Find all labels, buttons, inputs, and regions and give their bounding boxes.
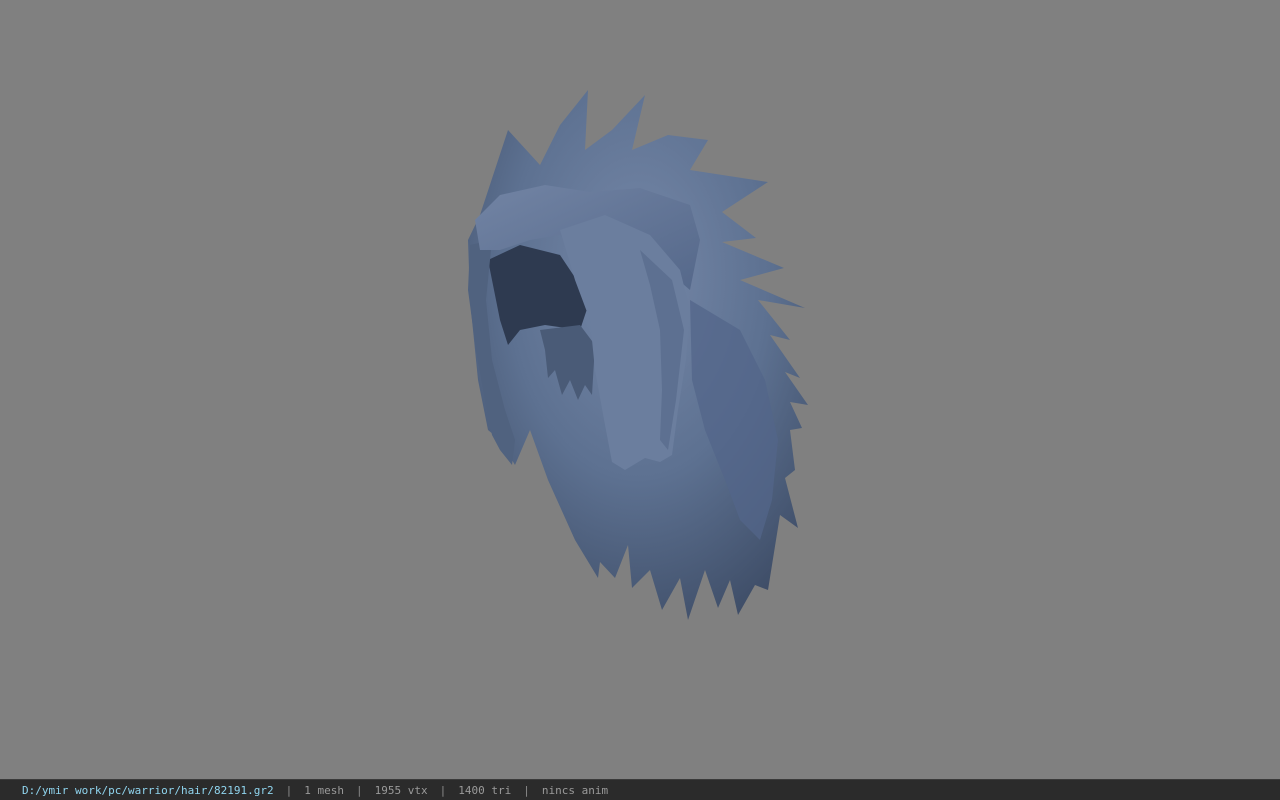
mesh-count: 1 mesh bbox=[304, 783, 345, 797]
status-bar: D:/ymir work/pc/warrior/hair/82191.gr2 |… bbox=[0, 779, 1280, 800]
triangle-count: 1400 tri bbox=[458, 783, 512, 797]
separator: | bbox=[356, 783, 363, 797]
3d-viewport[interactable] bbox=[0, 0, 1280, 779]
file-path: D:/ymir work/pc/warrior/hair/82191.gr2 bbox=[22, 783, 274, 797]
separator: | bbox=[285, 783, 293, 797]
vertex-count: 1955 vtx bbox=[374, 783, 428, 797]
separator: | bbox=[523, 783, 530, 797]
hair-model-render[interactable] bbox=[0, 0, 1280, 779]
animation-status: nincs anim bbox=[541, 783, 609, 797]
separator: | bbox=[439, 783, 447, 797]
